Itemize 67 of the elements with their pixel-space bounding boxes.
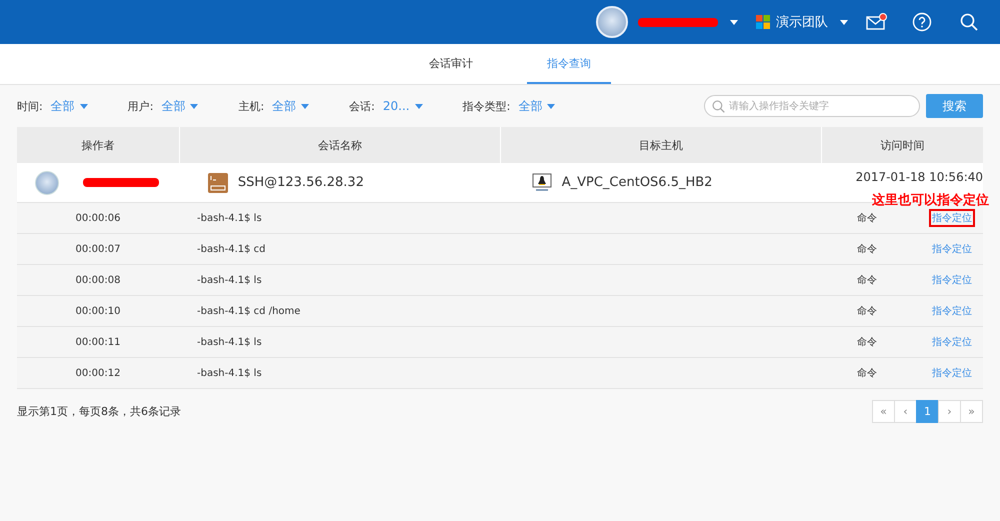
table-cell-text: 命令: [857, 336, 878, 349]
windows-logo-icon: [756, 15, 770, 29]
table-cell: -bash-4.1$ ls: [197, 368, 262, 378]
table-cell: -bash-4.1$ ls: [197, 212, 262, 224]
locate-link[interactable]: 指令定位: [929, 364, 975, 382]
filter-label: 时间:: [17, 98, 43, 114]
page-button[interactable]: ‹: [894, 400, 917, 422]
table-cell-text: 命令: [857, 243, 878, 256]
caret-icon[interactable]: [414, 104, 423, 108]
filter-label: 主机:: [238, 98, 264, 114]
host-name: A_VPC_CentOS6.5_HB2: [562, 175, 712, 190]
page-button[interactable]: ›: [938, 400, 961, 422]
search-field[interactable]: 请输入操作指令关键字: [704, 95, 920, 117]
linux-monitor-icon: [532, 172, 552, 192]
table-cell: -bash-4.1$ ls: [197, 336, 262, 348]
search-icon: [712, 100, 725, 113]
page-summary: 显示第1页，每页8条，共6条记录: [17, 404, 181, 418]
search-icon[interactable]: [960, 13, 978, 31]
avatar-icon[interactable]: [596, 6, 628, 38]
column-header: 会话名称: [180, 127, 501, 163]
table-cell: -bash-4.1$ ls: [197, 274, 262, 286]
caret-icon[interactable]: [547, 104, 556, 108]
table-cell: 00:00:08: [76, 274, 120, 286]
locate-link[interactable]: 指令定位: [929, 240, 975, 258]
search-button[interactable]: 搜索: [926, 94, 983, 118]
column-header: 访问时间: [822, 127, 983, 163]
table-cell: 00:00:07: [76, 244, 120, 254]
page-button[interactable]: «: [872, 400, 895, 422]
filter-dropdown[interactable]: 全部: [161, 98, 186, 114]
column-header: 目标主机: [501, 127, 822, 163]
page-button[interactable]: »: [960, 400, 983, 422]
filter-dropdown[interactable]: 全部: [272, 98, 296, 114]
table-cell: -bash-4.1$ cd: [197, 244, 266, 254]
avatar-icon: [35, 170, 59, 194]
filter-dropdown[interactable]: 全部: [518, 98, 542, 114]
filter-label: 会话:: [349, 98, 375, 114]
annotation-text: 这里也可以指令定位: [872, 194, 989, 208]
caret-icon[interactable]: [190, 104, 198, 108]
tab[interactable]: 会话审计: [409, 44, 493, 84]
locate-link[interactable]: 指令定位: [929, 271, 975, 289]
locate-link[interactable]: 指令定位: [929, 209, 975, 227]
table-cell-text: 命令: [857, 274, 878, 287]
filter-dropdown[interactable]: 20...: [382, 99, 410, 113]
filter-label: 指令类型:: [462, 98, 510, 114]
column-header: 操作者: [17, 127, 180, 163]
locate-link[interactable]: 指令定位: [929, 302, 975, 320]
terminal-icon: [208, 172, 228, 192]
table-cell-text: 命令: [857, 367, 878, 380]
table-cell-text: 命令: [857, 305, 878, 318]
table-cell-text: 命令: [857, 212, 878, 225]
page-button[interactable]: 1: [916, 400, 939, 422]
caret-icon[interactable]: [301, 104, 310, 108]
caret-icon[interactable]: [80, 104, 88, 108]
help-icon[interactable]: [912, 12, 932, 32]
table-cell: 00:00:10: [76, 306, 120, 316]
mail-icon[interactable]: [866, 13, 888, 31]
table-cell: -bash-4.1$ cd /home: [197, 306, 300, 316]
visit-time: 2017-01-18 10:56:40: [856, 170, 984, 184]
session-name: SSH@123.56.28.32: [238, 175, 364, 190]
locate-link[interactable]: 指令定位: [929, 333, 975, 351]
filter-dropdown[interactable]: 全部: [50, 98, 75, 114]
table-cell: 00:00:06: [76, 212, 120, 224]
team-menu[interactable]: 演示团队: [776, 13, 828, 31]
table-cell: 00:00:12: [76, 368, 120, 378]
table-cell: 00:00:11: [76, 336, 120, 348]
tab[interactable]: 指令查询: [527, 44, 611, 84]
filter-label: 用户:: [128, 98, 154, 114]
